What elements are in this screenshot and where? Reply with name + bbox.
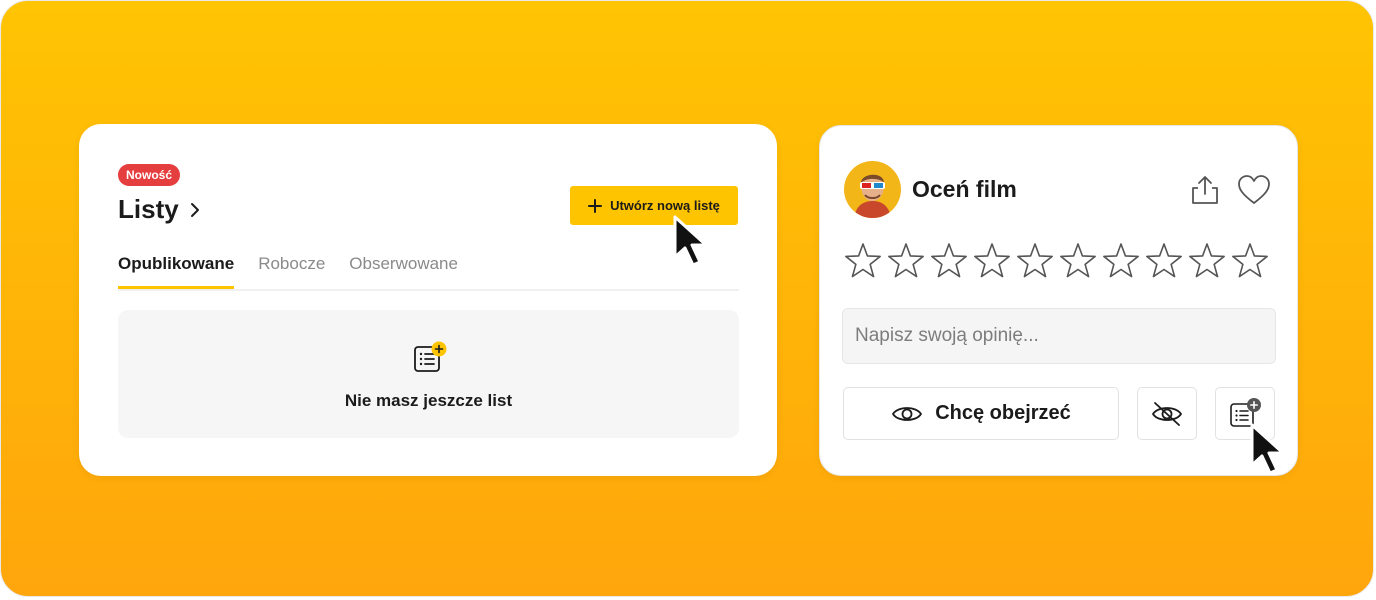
star-icon[interactable]: [1144, 241, 1184, 281]
eye-off-icon: [1152, 401, 1182, 426]
create-list-button[interactable]: Utwórz nową listę: [570, 186, 738, 225]
plus-icon: [588, 198, 603, 213]
star-icon[interactable]: [1058, 241, 1098, 281]
tab-followed[interactable]: Obserwowane: [349, 252, 458, 289]
new-badge: Nowość: [118, 164, 181, 186]
avatar: [844, 161, 901, 218]
tab-drafts[interactable]: Robocze: [258, 252, 325, 289]
star-icon[interactable]: [1230, 241, 1270, 281]
lists-title-link[interactable]: Listy: [118, 194, 201, 225]
star-icon[interactable]: [1187, 241, 1227, 281]
lists-card: Nowość Listy Utwórz nową listę Opublikow…: [79, 124, 777, 476]
rate-movie-title: Oceń film: [912, 176, 1017, 202]
star-rating: [843, 241, 1270, 281]
list-add-icon: [1230, 397, 1261, 427]
empty-state-message: Nie masz jeszcze list: [344, 391, 513, 410]
chevron-right-icon: [190, 202, 199, 217]
want-to-watch-button[interactable]: Chcę obejrzeć: [843, 387, 1119, 440]
background-stage: Nowość Listy Utwórz nową listę Opublikow…: [0, 0, 1374, 597]
star-icon[interactable]: [886, 241, 926, 281]
eye-icon: [892, 406, 923, 421]
star-icon[interactable]: [1015, 241, 1055, 281]
not-interested-button[interactable]: [1137, 387, 1197, 440]
lists-tabs: Opublikowane Robocze Obserwowane: [118, 252, 739, 291]
star-icon[interactable]: [929, 241, 969, 281]
star-icon[interactable]: [972, 241, 1012, 281]
opinion-input[interactable]: [842, 308, 1276, 364]
share-icon[interactable]: [1189, 174, 1221, 206]
star-icon[interactable]: [843, 241, 883, 281]
list-add-icon: [414, 341, 447, 372]
tab-published[interactable]: Opublikowane: [118, 252, 235, 289]
heart-icon[interactable]: [1237, 174, 1271, 206]
rate-movie-card: Oceń film Chcę obejrzeć: [819, 125, 1298, 476]
create-list-label: Utwórz nową listę: [610, 198, 720, 213]
want-to-watch-label: Chcę obejrzeć: [935, 402, 1071, 424]
star-icon[interactable]: [1101, 241, 1141, 281]
lists-title: Listy: [118, 194, 179, 224]
add-to-list-button[interactable]: [1215, 387, 1275, 440]
empty-state: Nie masz jeszcze list: [118, 310, 739, 438]
